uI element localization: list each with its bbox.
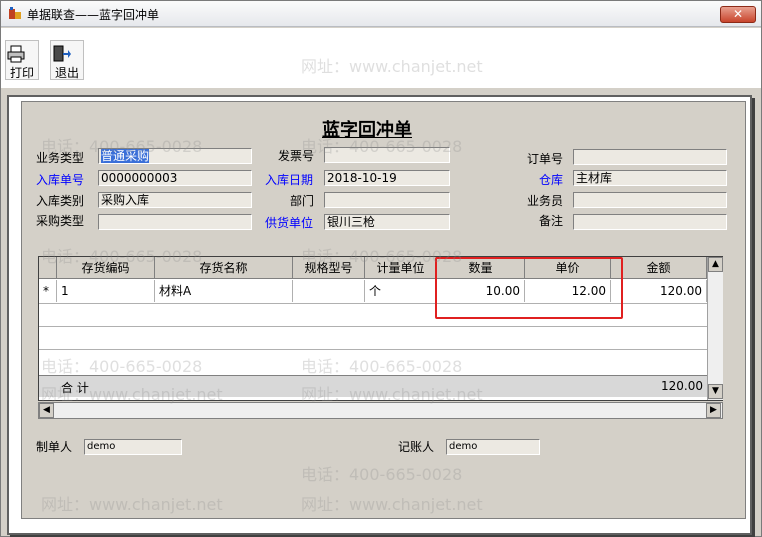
app-window: 单据联查——蓝字回冲单 ✕ 打印 退出 蓝字回冲单 业务类型 普通采购 发票号 … bbox=[0, 0, 762, 537]
total-row: 合 计 120.00 bbox=[39, 375, 707, 397]
exit-label: 退出 bbox=[54, 66, 79, 80]
row-marker: * bbox=[39, 280, 57, 302]
warehouse-label: 仓库 bbox=[539, 173, 564, 187]
column-header-code[interactable]: 存货编码 bbox=[57, 257, 155, 279]
scroll-left-arrow-icon[interactable]: ◀ bbox=[39, 403, 54, 418]
toolbar: 打印 退出 bbox=[1, 28, 761, 88]
maker-label: 制单人 bbox=[36, 440, 73, 454]
title-bar: 单据联查——蓝字回冲单 ✕ bbox=[1, 1, 761, 27]
print-button[interactable]: 打印 bbox=[5, 40, 39, 80]
cell-amount[interactable]: 120.00 bbox=[611, 280, 707, 302]
exit-button[interactable]: 退出 bbox=[50, 40, 84, 80]
voucher-title: 蓝字回冲单 bbox=[322, 120, 412, 141]
window-title: 单据联查——蓝字回冲单 bbox=[27, 8, 160, 22]
scroll-right-arrow-icon[interactable]: ▶ bbox=[706, 403, 721, 418]
row-divider bbox=[39, 349, 707, 350]
print-label: 打印 bbox=[9, 66, 34, 80]
column-header-amount[interactable]: 金额 bbox=[611, 257, 707, 279]
cell-code[interactable]: 1 bbox=[57, 280, 155, 302]
close-button[interactable]: ✕ bbox=[720, 6, 756, 23]
printer-icon bbox=[7, 45, 25, 63]
scroll-up-arrow-icon[interactable]: ▲ bbox=[708, 257, 723, 272]
salesperson-field[interactable] bbox=[573, 192, 727, 208]
order-no-field[interactable] bbox=[573, 149, 727, 165]
business-type-field[interactable]: 普通采购 bbox=[98, 148, 252, 164]
department-field[interactable] bbox=[324, 192, 450, 208]
horizontal-scrollbar[interactable]: ◀ ▶ bbox=[38, 402, 723, 419]
order-no-label: 订单号 bbox=[527, 152, 564, 166]
purchase-type-field[interactable] bbox=[98, 214, 252, 230]
scroll-down-arrow-icon[interactable]: ▼ bbox=[708, 384, 723, 399]
receipt-date-field[interactable]: 2018-10-19 bbox=[324, 170, 450, 186]
vertical-scrollbar[interactable]: ▲ ▼ bbox=[707, 257, 723, 400]
column-header-spec[interactable]: 规格型号 bbox=[293, 257, 365, 279]
business-type-label: 业务类型 bbox=[36, 151, 85, 165]
department-label: 部门 bbox=[290, 194, 315, 208]
highlight-box bbox=[435, 257, 623, 319]
warehouse-field[interactable]: 主材库 bbox=[573, 170, 727, 186]
total-label: 合 计 bbox=[61, 381, 89, 395]
bookkeeper-label: 记账人 bbox=[398, 440, 435, 454]
cell-unit[interactable]: 个 bbox=[365, 280, 437, 302]
receipt-no-label: 入库单号 bbox=[36, 173, 85, 187]
invoice-no-field[interactable] bbox=[324, 147, 450, 163]
receipt-no-field[interactable]: 0000000003 bbox=[98, 170, 252, 186]
invoice-no-label: 发票号 bbox=[278, 149, 315, 163]
supplier-label: 供货单位 bbox=[265, 216, 314, 230]
maker-field[interactable]: demo bbox=[84, 439, 182, 455]
receipt-type-label: 入库类别 bbox=[36, 194, 85, 208]
bookkeeper-field[interactable]: demo bbox=[446, 439, 540, 455]
row-marker-header bbox=[39, 257, 57, 279]
receipt-date-label: 入库日期 bbox=[265, 173, 314, 187]
column-header-unit[interactable]: 计量单位 bbox=[365, 257, 437, 279]
voucher-form: 蓝字回冲单 业务类型 普通采购 发票号 订单号 入库单号 0000000003 … bbox=[21, 101, 746, 519]
receipt-type-field[interactable]: 采购入库 bbox=[98, 192, 252, 208]
supplier-field[interactable]: 银川三枪 bbox=[324, 214, 450, 230]
remark-label: 备注 bbox=[539, 214, 564, 228]
app-icon bbox=[9, 7, 21, 19]
purchase-type-label: 采购类型 bbox=[36, 214, 85, 228]
remark-field[interactable] bbox=[573, 214, 727, 230]
salesperson-label: 业务员 bbox=[527, 194, 564, 208]
total-amount: 120.00 bbox=[661, 379, 703, 393]
cell-spec[interactable] bbox=[293, 280, 365, 302]
cell-name[interactable]: 材料A bbox=[155, 280, 293, 302]
row-divider bbox=[39, 326, 707, 327]
exit-door-icon bbox=[53, 45, 71, 62]
column-header-name[interactable]: 存货名称 bbox=[155, 257, 293, 279]
